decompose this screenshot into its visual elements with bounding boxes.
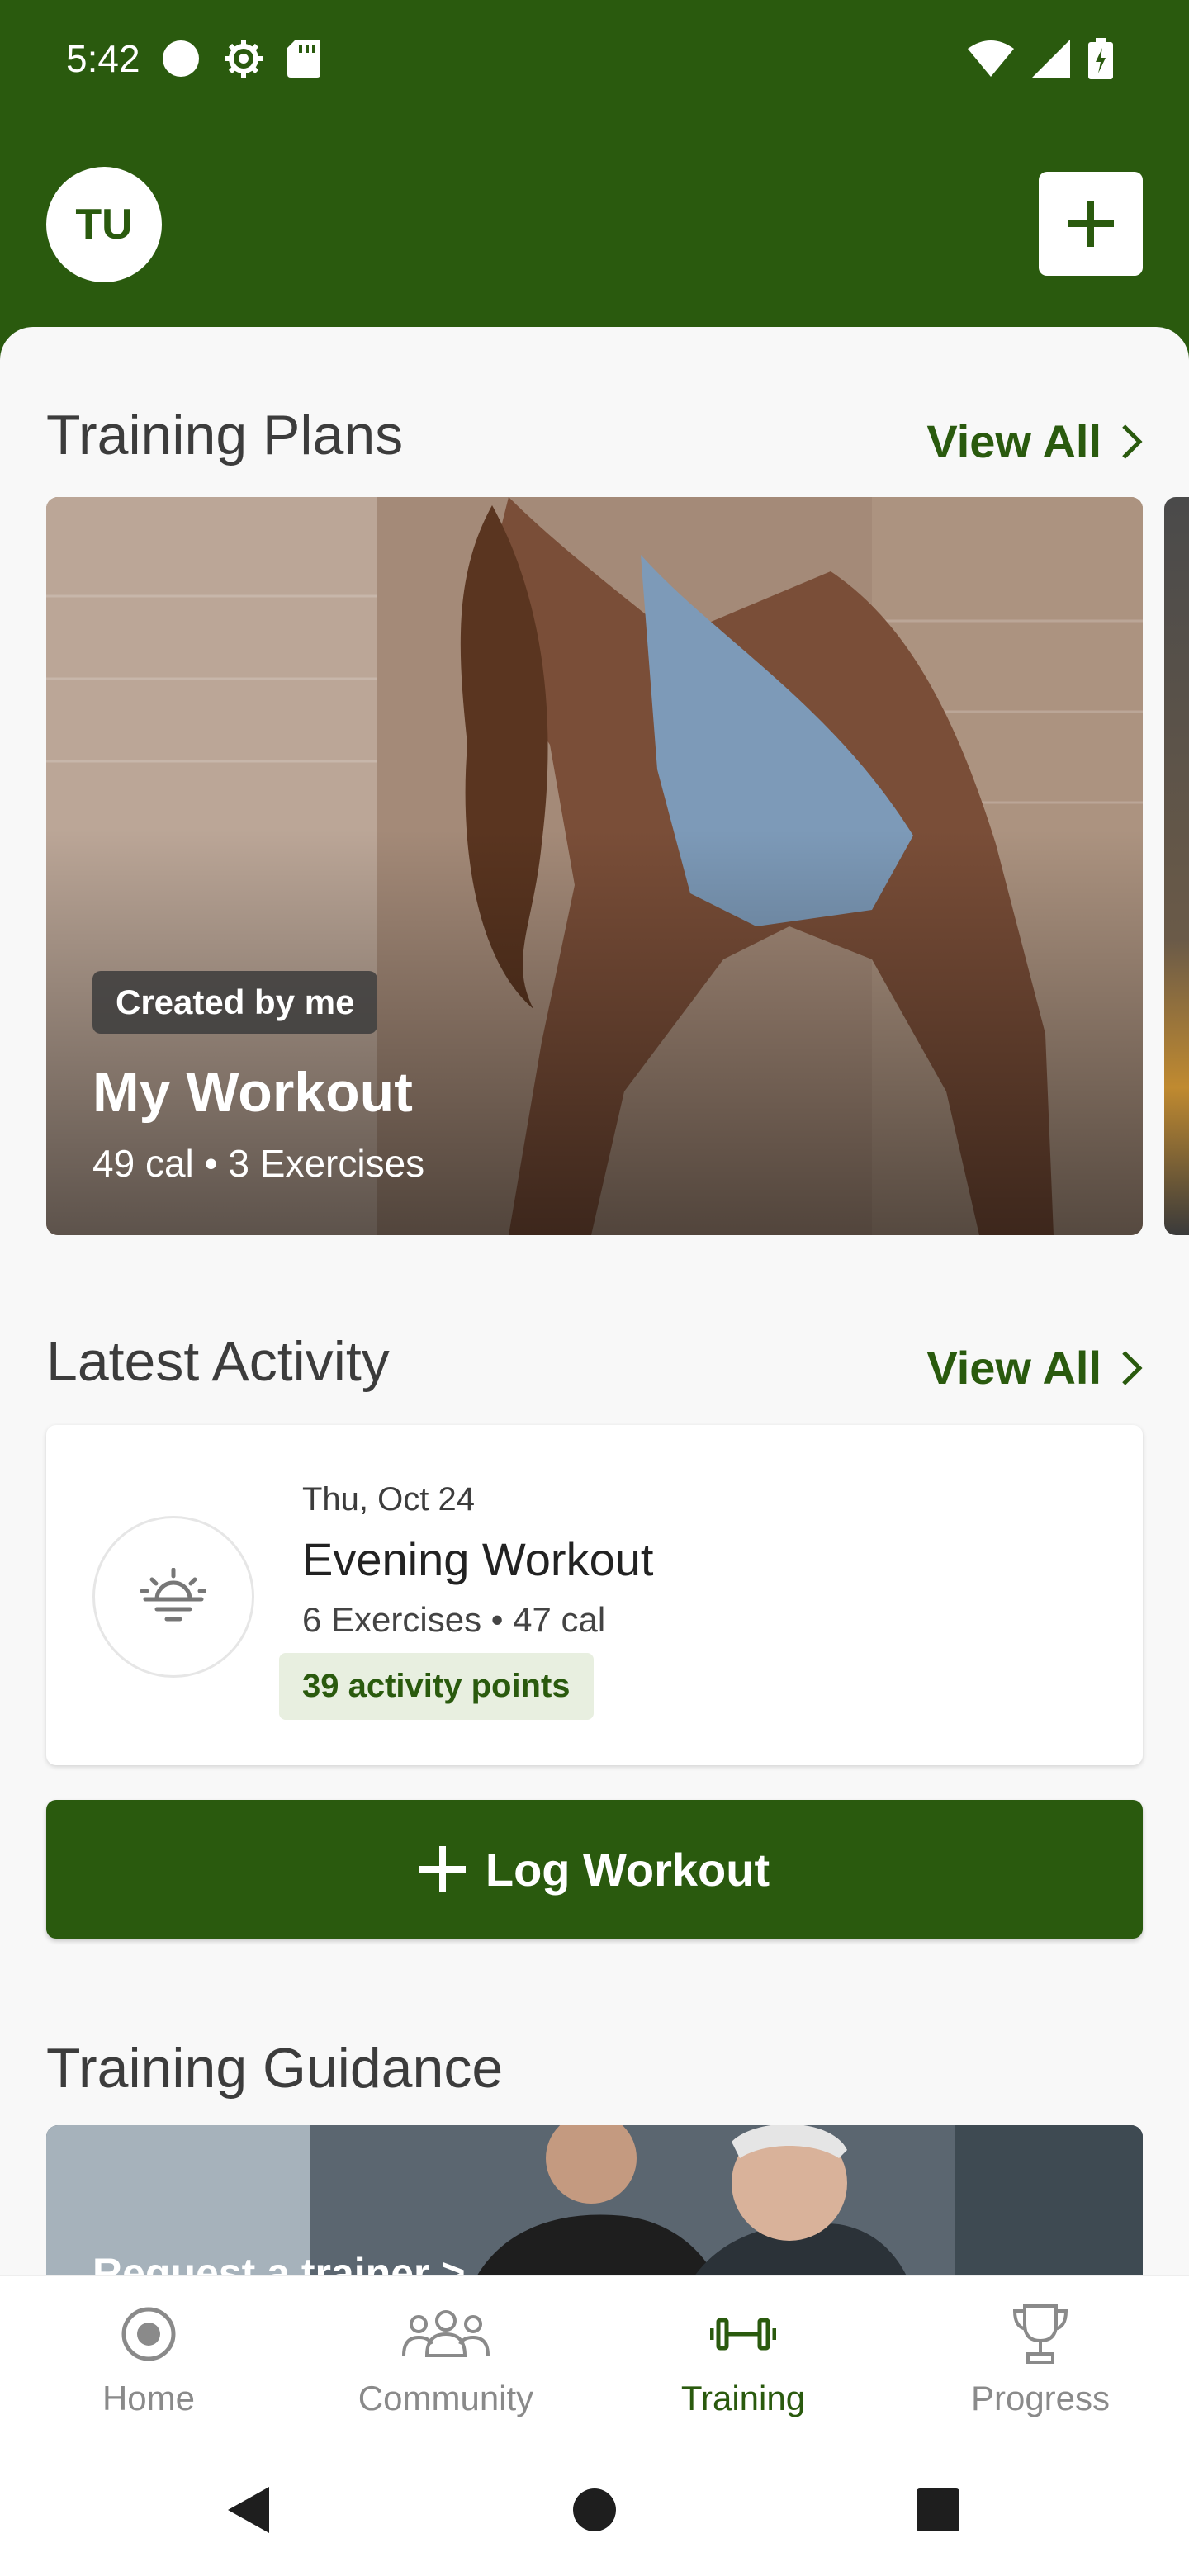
request-trainer-link[interactable]: Request a trainer >	[92, 2249, 466, 2275]
app-header: 5:42 TU	[0, 0, 1189, 347]
chevron-right-icon	[1122, 424, 1143, 459]
battery-charging-icon	[1088, 38, 1113, 79]
sunset-icon	[140, 1568, 206, 1622]
gear-icon	[225, 40, 263, 78]
nav-training[interactable]: Training	[594, 2276, 892, 2450]
home-radio-icon	[120, 2301, 178, 2367]
bottom-navigation: Home Community Training Progress	[0, 2275, 1189, 2449]
plus-icon	[419, 1846, 466, 1892]
nav-progress-label: Progress	[970, 2379, 1111, 2417]
activity-icon-circle	[92, 1516, 254, 1678]
latest-activity-title: Latest Activity	[46, 1330, 390, 1393]
training-guidance-card[interactable]: Request a trainer >	[46, 2125, 1143, 2275]
view-all-label: View All	[926, 1342, 1101, 1394]
activity-date: Thu, Oct 24	[302, 1481, 475, 1518]
training-plans-view-all[interactable]: View All	[926, 414, 1143, 468]
activity-subtitle: 6 Exercises • 47 cal	[302, 1600, 606, 1639]
trophy-icon	[1011, 2301, 1069, 2367]
nav-training-label: Training	[680, 2379, 806, 2417]
home-icon[interactable]	[571, 2487, 618, 2533]
plan-title: My Workout	[92, 1061, 413, 1124]
recents-icon[interactable]	[915, 2487, 961, 2533]
chevron-right-icon	[1122, 1350, 1143, 1385]
training-plans-title: Training Plans	[46, 404, 404, 466]
add-button[interactable]	[1039, 172, 1143, 276]
dumbbell-icon	[710, 2301, 776, 2367]
view-all-label: View All	[926, 415, 1101, 467]
nav-home[interactable]: Home	[0, 2276, 297, 2450]
activity-points-badge: 39 activity points	[279, 1653, 594, 1720]
avatar[interactable]: TU	[46, 167, 162, 282]
nav-progress[interactable]: Progress	[892, 2276, 1189, 2450]
status-time: 5:42	[66, 37, 140, 80]
created-by-badge: Created by me	[92, 971, 378, 1034]
status-right-icons	[968, 38, 1113, 79]
nav-community[interactable]: Community	[297, 2276, 594, 2450]
system-navigation-bar	[0, 2449, 1189, 2576]
community-icon	[400, 2301, 491, 2367]
wifi-icon	[968, 40, 1014, 77]
training-guidance-title: Training Guidance	[46, 2037, 504, 2100]
main-content: Training Plans View All Created by me My…	[0, 327, 1189, 2275]
nav-community-label: Community	[358, 2379, 534, 2417]
signal-icon	[1032, 40, 1070, 78]
activity-card[interactable]: Thu, Oct 24 Evening Workout 6 Exercises …	[46, 1425, 1143, 1765]
plus-icon	[1068, 201, 1114, 247]
sd-card-icon	[287, 40, 320, 78]
activity-title: Evening Workout	[302, 1533, 654, 1585]
next-plan-card-peek[interactable]	[1164, 497, 1189, 1235]
log-workout-button[interactable]: Log Workout	[46, 1800, 1143, 1939]
latest-activity-view-all[interactable]: View All	[926, 1341, 1143, 1395]
log-workout-label: Log Workout	[485, 1843, 770, 1896]
plan-subtitle: 49 cal • 3 Exercises	[92, 1142, 425, 1185]
training-plan-card[interactable]: Created by me My Workout 49 cal • 3 Exer…	[46, 497, 1143, 1235]
status-left-icons	[162, 38, 320, 79]
nav-home-label: Home	[102, 2379, 196, 2417]
back-icon[interactable]	[225, 2485, 274, 2535]
circle-icon	[163, 40, 199, 77]
